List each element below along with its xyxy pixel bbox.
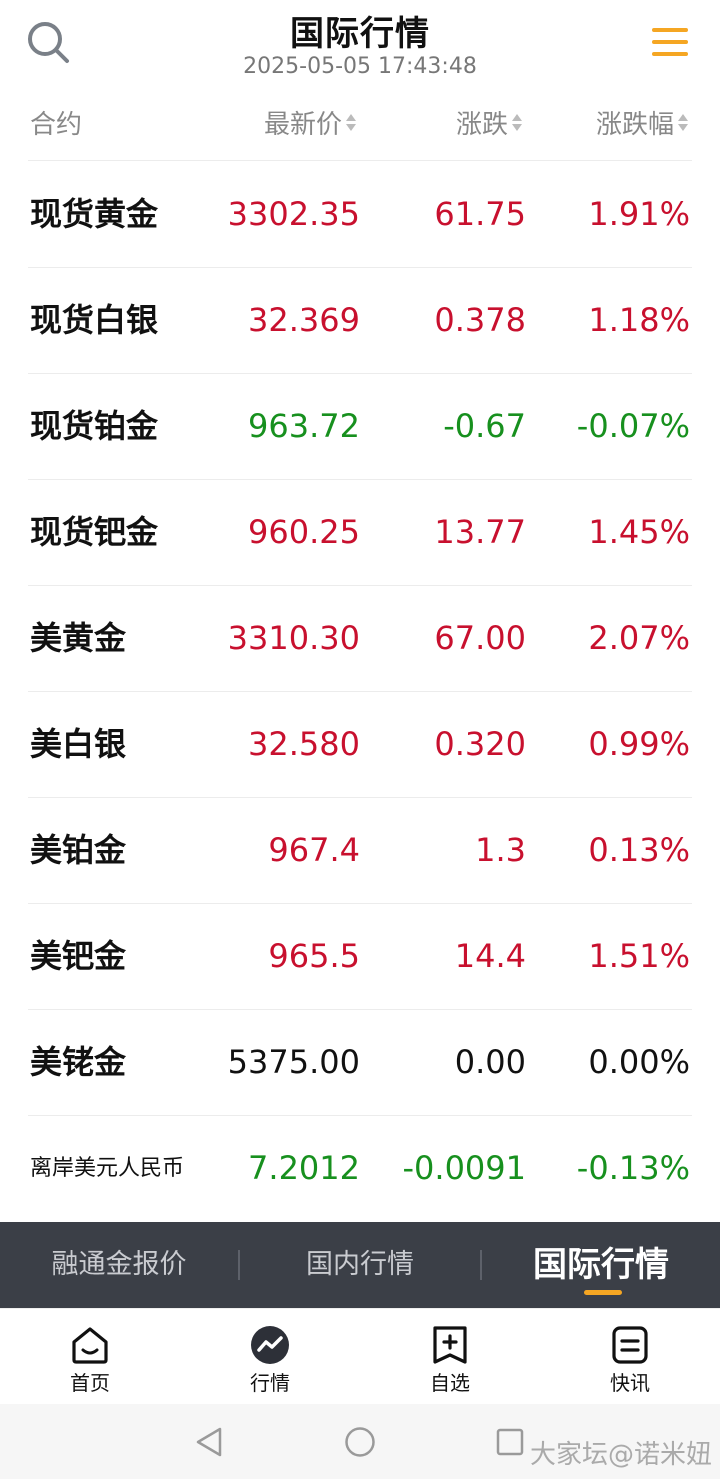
percent-change: 0.00% xyxy=(588,1043,690,1081)
home-icon xyxy=(72,1327,108,1364)
nav-label: 快讯 xyxy=(610,1371,650,1395)
percent-change: 0.13% xyxy=(588,831,690,869)
latest-price: 963.72 xyxy=(248,407,360,445)
percent-change: 1.18% xyxy=(588,301,690,339)
contract-name: 美黄金 xyxy=(30,619,127,657)
latest-price: 32.580 xyxy=(248,725,360,763)
menu-button[interactable] xyxy=(650,24,690,60)
column-header-contract: 合约 xyxy=(30,104,82,141)
market-segment-tabs: 融通金报价 国内行情 国际行情 xyxy=(0,1222,720,1308)
nav-label: 首页 xyxy=(70,1371,110,1395)
header: 国际行情 2025-05-05 17:43:48 xyxy=(0,0,720,90)
column-header-label: 涨跌 xyxy=(455,110,508,140)
news-icon xyxy=(612,1326,648,1364)
contract-name: 现货白银 xyxy=(30,301,159,339)
percent-change: 2.07% xyxy=(588,619,690,657)
tab-international-market[interactable]: 国际行情 xyxy=(482,1222,720,1308)
nav-home[interactable]: 首页 xyxy=(0,1309,180,1405)
tab-rongtong-quote[interactable]: 融通金报价 xyxy=(0,1222,238,1308)
quote-row[interactable]: 美黄金 3310.30 67.00 2.07% xyxy=(28,586,692,692)
bottom-navigation: 首页 行情 自选 快讯 xyxy=(0,1308,720,1405)
contract-name: 美白银 xyxy=(30,725,127,763)
watermark-text: 大家坛@诺米妞 xyxy=(530,1440,713,1470)
sort-arrows-icon xyxy=(512,114,522,131)
contract-name: 现货黄金 xyxy=(30,195,159,233)
percent-change: 1.45% xyxy=(588,513,690,551)
back-icon[interactable] xyxy=(195,1426,223,1458)
price-change: 1.3 xyxy=(475,831,526,869)
percent-change: -0.07% xyxy=(576,407,690,445)
home-circle-icon[interactable] xyxy=(344,1426,376,1458)
latest-price: 960.25 xyxy=(248,513,360,551)
nav-label: 自选 xyxy=(430,1371,470,1395)
quote-row[interactable]: 美钯金 965.5 14.4 1.51% xyxy=(28,904,692,1010)
quote-row[interactable]: 现货白银 32.369 0.378 1.18% xyxy=(28,268,692,374)
quote-list: 现货黄金 3302.35 61.75 1.91% 现货白银 32.369 0.3… xyxy=(28,162,692,1221)
nav-watchlist[interactable]: 自选 xyxy=(360,1309,540,1405)
sort-by-change[interactable]: 涨跌 xyxy=(456,104,522,141)
contract-name: 离岸美元人民币 xyxy=(30,1156,185,1181)
quote-row[interactable]: 美铂金 967.4 1.3 0.13% xyxy=(28,798,692,904)
recent-apps-icon[interactable] xyxy=(496,1428,524,1456)
contract-name: 现货铂金 xyxy=(30,407,159,445)
latest-price: 967.4 xyxy=(268,831,360,869)
add-bookmark-icon xyxy=(433,1326,467,1364)
update-datetime: 2025-05-05 17:43:48 xyxy=(243,54,477,79)
sort-arrows-icon xyxy=(346,114,356,131)
price-change: -0.0091 xyxy=(402,1149,526,1187)
nav-market[interactable]: 行情 xyxy=(180,1309,360,1405)
nav-label: 行情 xyxy=(250,1371,290,1395)
latest-price: 3302.35 xyxy=(227,195,360,233)
quote-row[interactable]: 现货钯金 960.25 13.77 1.45% xyxy=(28,480,692,586)
quote-row[interactable]: 美铑金 5375.00 0.00 0.00% xyxy=(28,1010,692,1116)
percent-change: 0.99% xyxy=(588,725,690,763)
hamburger-menu-icon xyxy=(652,28,688,56)
contract-name: 现货钯金 xyxy=(30,513,159,551)
percent-change: -0.13% xyxy=(576,1149,690,1187)
active-tab-indicator xyxy=(584,1290,622,1295)
contract-name: 美铂金 xyxy=(30,831,127,869)
price-change: 13.77 xyxy=(434,513,526,551)
market-trend-icon xyxy=(251,1326,289,1364)
table-header: 合约 最新价 涨跌 涨跌幅 xyxy=(28,100,692,161)
nav-news[interactable]: 快讯 xyxy=(540,1309,720,1405)
column-header-label: 涨跌幅 xyxy=(595,110,674,140)
column-header-label: 合约 xyxy=(30,110,83,140)
price-change: 0.00 xyxy=(454,1043,526,1081)
price-change: 61.75 xyxy=(434,195,526,233)
sort-by-percent[interactable]: 涨跌幅 xyxy=(596,104,688,141)
latest-price: 3310.30 xyxy=(227,619,360,657)
latest-price: 7.2012 xyxy=(248,1149,360,1187)
column-header-label: 最新价 xyxy=(263,110,342,140)
quote-row[interactable]: 现货黄金 3302.35 61.75 1.91% xyxy=(28,162,692,268)
percent-change: 1.91% xyxy=(588,195,690,233)
contract-name: 美铑金 xyxy=(30,1043,127,1081)
latest-price: 32.369 xyxy=(248,301,360,339)
quote-row[interactable]: 美白银 32.580 0.320 0.99% xyxy=(28,692,692,798)
price-change: -0.67 xyxy=(443,407,526,445)
price-change: 0.320 xyxy=(434,725,526,763)
page-title: 国际行情 xyxy=(290,14,430,54)
quote-row[interactable]: 离岸美元人民币 7.2012 -0.0091 -0.13% xyxy=(28,1116,692,1221)
quote-row[interactable]: 现货铂金 963.72 -0.67 -0.07% xyxy=(28,374,692,480)
percent-change: 1.51% xyxy=(588,937,690,975)
latest-price: 965.5 xyxy=(268,937,360,975)
sort-arrows-icon xyxy=(678,114,688,131)
price-change: 14.4 xyxy=(454,937,526,975)
tab-domestic-market[interactable]: 国内行情 xyxy=(240,1222,480,1308)
sort-by-price[interactable]: 最新价 xyxy=(264,104,356,141)
latest-price: 5375.00 xyxy=(227,1043,360,1081)
contract-name: 美钯金 xyxy=(30,937,127,975)
price-change: 0.378 xyxy=(434,301,526,339)
price-change: 67.00 xyxy=(434,619,526,657)
